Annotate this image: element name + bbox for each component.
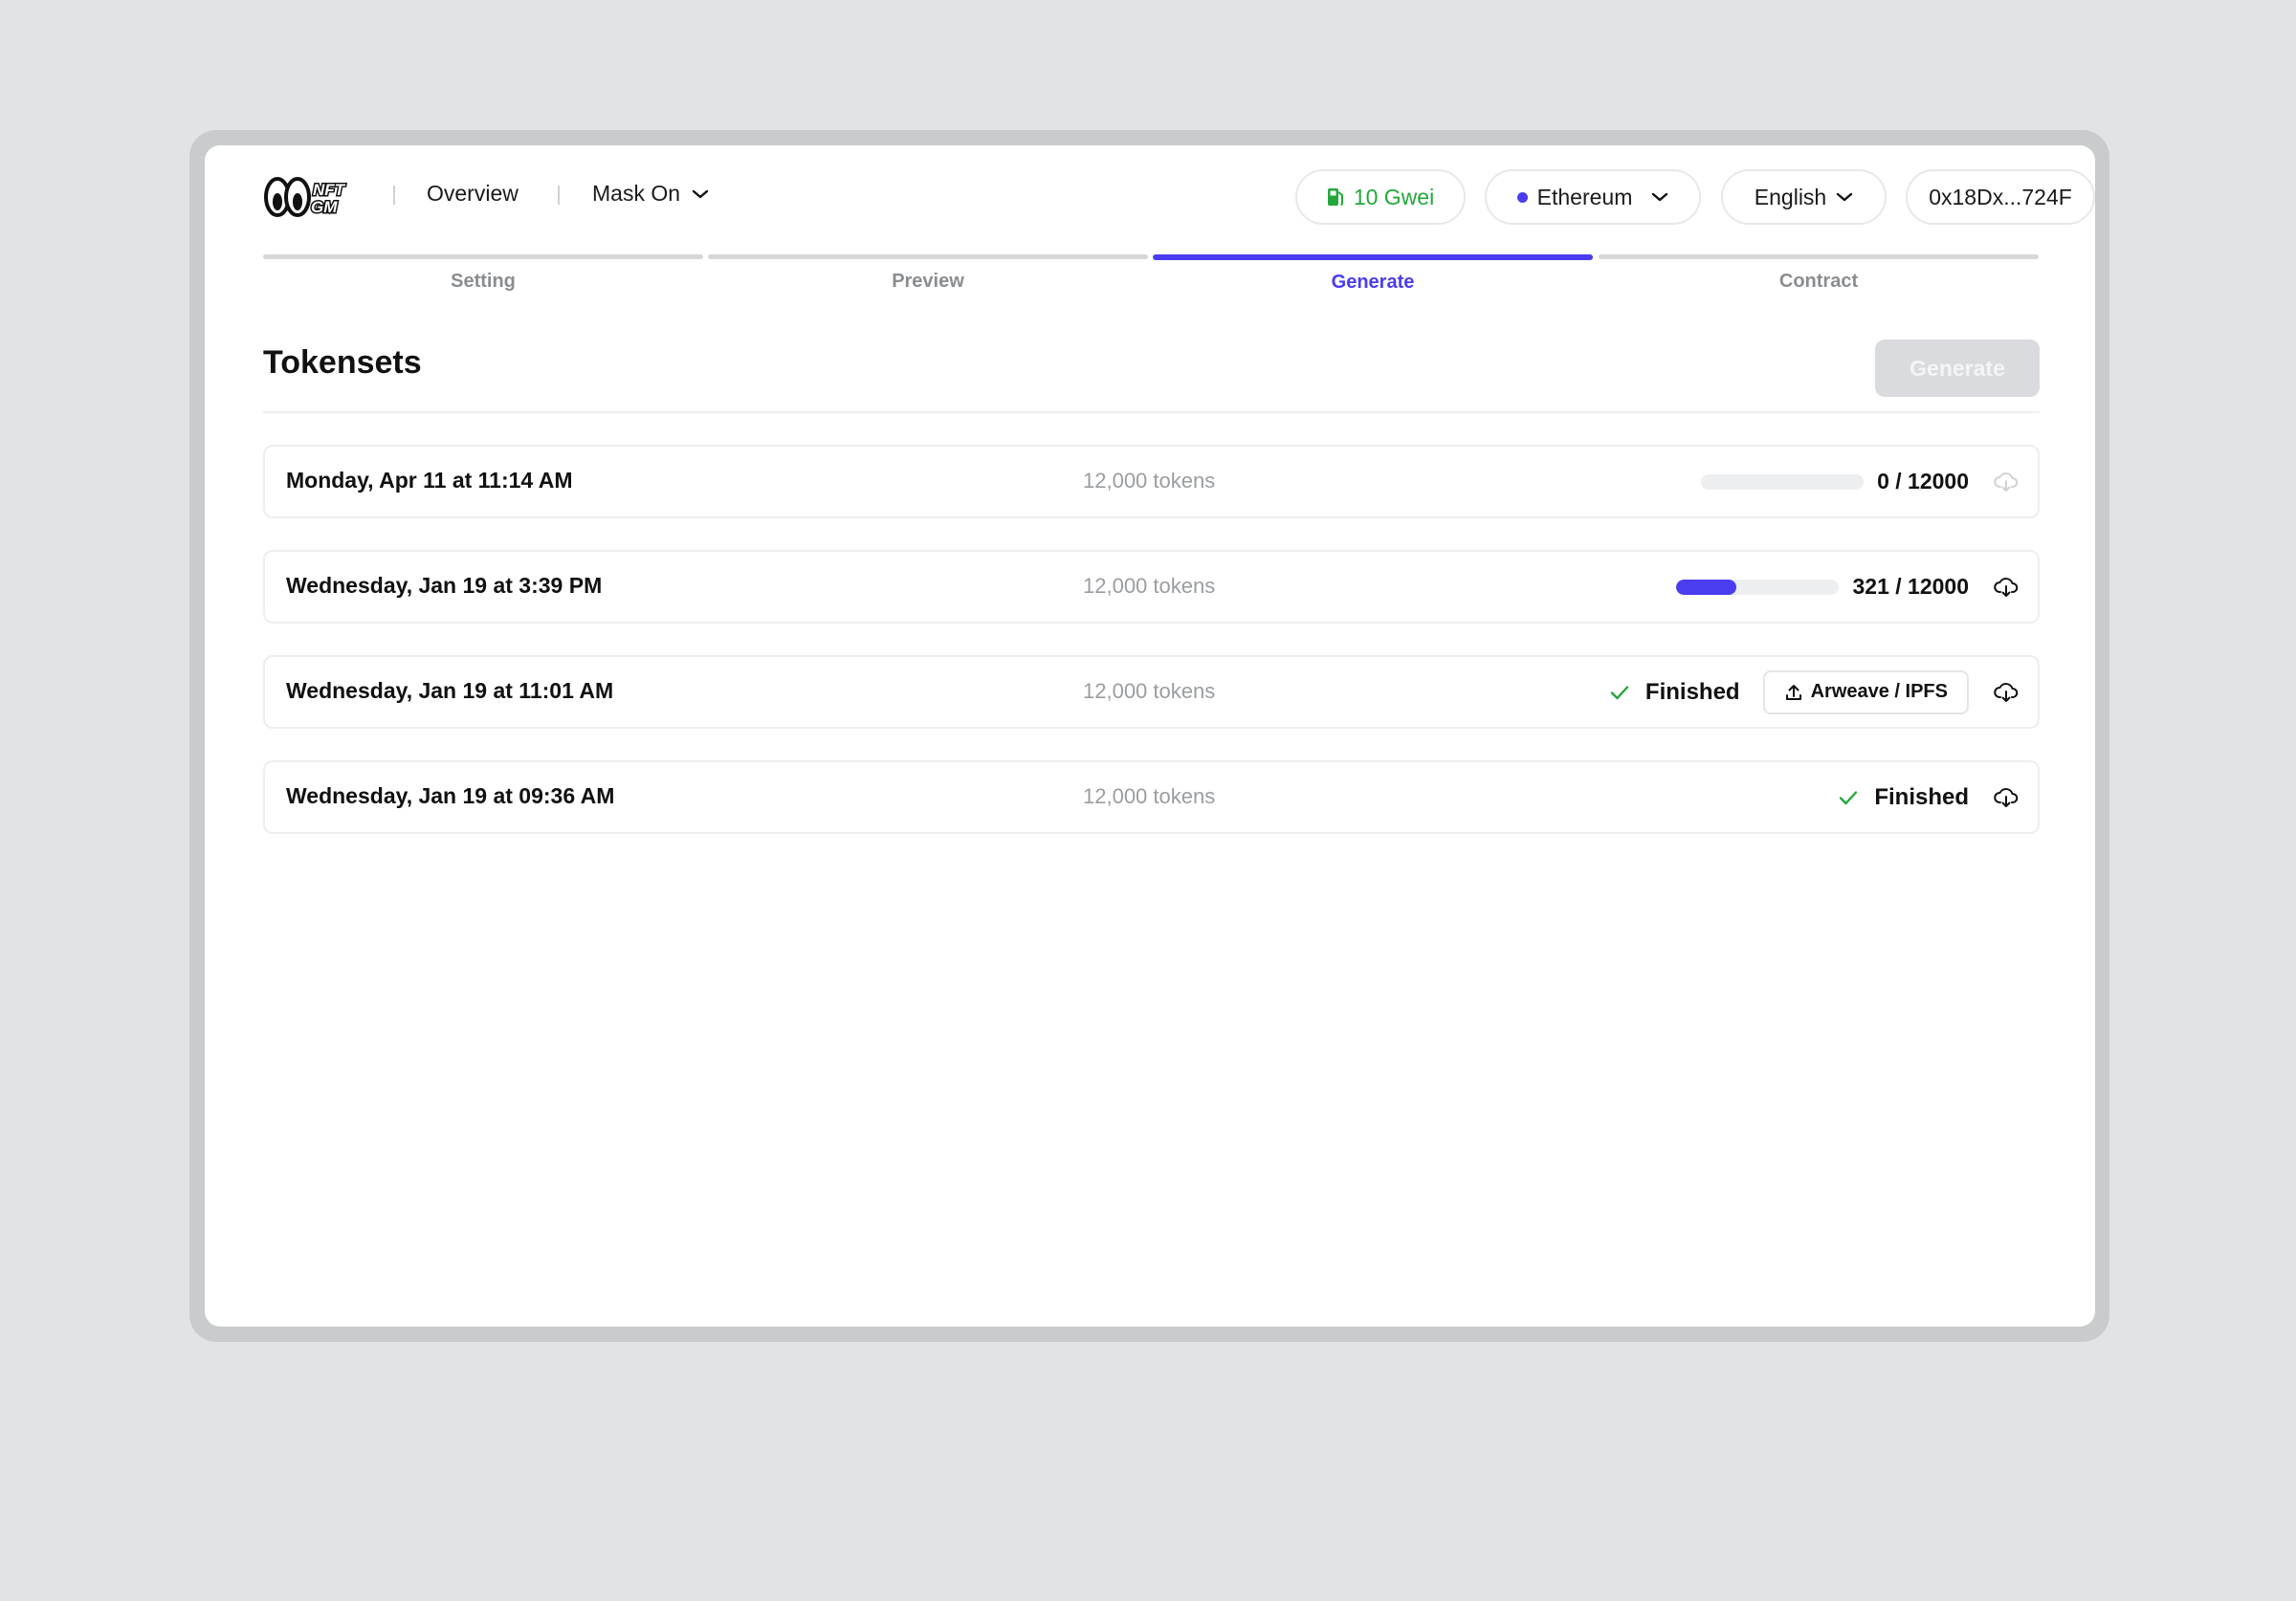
step-preview[interactable]: Preview	[708, 254, 1148, 293]
step-setting[interactable]: Setting	[263, 254, 703, 293]
wallet-address: 0x18Dx...724F	[1929, 184, 2072, 209]
step-label: Generate	[1331, 272, 1415, 293]
fuel-pump-icon	[1327, 188, 1343, 206]
progress-bar	[1701, 473, 1865, 490]
tokenset-status: 321 / 12000	[1676, 552, 2019, 622]
wallet-address-button[interactable]: 0x18Dx...724F	[1906, 169, 2095, 225]
gas-price-value: 10 Gwei	[1353, 184, 1435, 209]
tokenset-date: Wednesday, Jan 19 at 11:01 AM	[286, 678, 614, 703]
upload-arweave-ipfs-button[interactable]: Arweave / IPFS	[1762, 669, 1969, 714]
page-title: Tokensets	[263, 344, 422, 381]
chevron-down-icon	[692, 189, 709, 198]
cloud-download-icon[interactable]	[1994, 470, 2019, 494]
tokenset-count: 12,000 tokens	[1083, 574, 1216, 598]
tokenset-status: Finished Arweave / IPFS	[1609, 657, 2019, 727]
tokenset-date: Wednesday, Jan 19 at 09:36 AM	[286, 783, 615, 808]
progress-text: 321 / 12000	[1852, 574, 1969, 599]
network-name: Ethereum	[1536, 184, 1633, 209]
progress-bar	[1676, 579, 1840, 595]
progress-fill	[1676, 579, 1737, 595]
check-icon	[1840, 790, 1858, 804]
tokenset-status: Finished	[1838, 762, 2019, 832]
step-bar	[708, 254, 1148, 259]
cloud-download-icon[interactable]	[1994, 680, 2019, 705]
network-dropdown[interactable]: Ethereum	[1485, 169, 1701, 225]
nav-overview[interactable]: Overview	[427, 181, 519, 207]
project-name: Mask On	[592, 181, 681, 206]
step-label: Preview	[892, 271, 964, 292]
tokenset-count: 12,000 tokens	[1083, 784, 1216, 808]
step-generate[interactable]: Generate	[1153, 254, 1593, 294]
tokenset-date: Monday, Apr 11 at 11:14 AM	[286, 468, 573, 493]
gas-price-badge[interactable]: 10 Gwei	[1295, 169, 1466, 225]
upload-icon	[1785, 684, 1801, 700]
app-window: NFT GM Overview Mask On 10 Gwei Ethereum	[205, 145, 2095, 1327]
tokenset-row[interactable]: Monday, Apr 11 at 11:14 AM 12,000 tokens…	[263, 445, 2040, 518]
divider	[263, 411, 2040, 413]
step-bar	[1599, 254, 2039, 259]
step-bar	[1153, 254, 1593, 260]
tokenset-count: 12,000 tokens	[1083, 469, 1216, 493]
nft-gm-logo[interactable]: NFT GM	[263, 174, 359, 218]
finished-status: Finished	[1645, 678, 1740, 705]
step-label: Contract	[1778, 271, 1859, 292]
svg-text:NFT: NFT	[313, 181, 346, 199]
top-bar: NFT GM Overview Mask On 10 Gwei Ethereum	[263, 164, 2095, 228]
nav-separator	[558, 186, 560, 205]
tokenset-status: 0 / 12000	[1701, 447, 2019, 516]
chevron-down-icon	[1652, 192, 1668, 202]
progress-text: 0 / 12000	[1877, 469, 1969, 493]
tokenset-row[interactable]: Wednesday, Jan 19 at 3:39 PM 12,000 toke…	[263, 550, 2040, 624]
upload-label: Arweave / IPFS	[1810, 681, 1948, 702]
check-icon	[1610, 685, 1629, 699]
cloud-download-icon[interactable]	[1994, 575, 2019, 600]
tokenset-date: Wednesday, Jan 19 at 3:39 PM	[286, 573, 603, 598]
step-progress: Setting Preview Generate Contract	[263, 254, 2040, 302]
cloud-download-icon[interactable]	[1994, 785, 2019, 810]
nav-separator	[393, 186, 395, 205]
tokenset-count: 12,000 tokens	[1083, 679, 1216, 703]
chevron-down-icon	[1837, 192, 1853, 202]
tokenset-row[interactable]: Wednesday, Jan 19 at 09:36 AM 12,000 tok…	[263, 760, 2040, 834]
step-contract[interactable]: Contract	[1599, 254, 2039, 293]
network-status-dot	[1516, 191, 1528, 203]
tokenset-row[interactable]: Wednesday, Jan 19 at 11:01 AM 12,000 tok…	[263, 655, 2040, 729]
step-label: Setting	[451, 271, 516, 292]
generate-button[interactable]: Generate	[1875, 340, 2040, 397]
finished-status: Finished	[1874, 783, 1969, 810]
project-dropdown[interactable]: Mask On	[592, 181, 709, 207]
nav-overview-label: Overview	[427, 181, 519, 206]
language-name: English	[1754, 184, 1827, 209]
svg-text:GM: GM	[311, 198, 338, 216]
step-bar	[263, 254, 703, 259]
language-dropdown[interactable]: English	[1721, 169, 1887, 225]
